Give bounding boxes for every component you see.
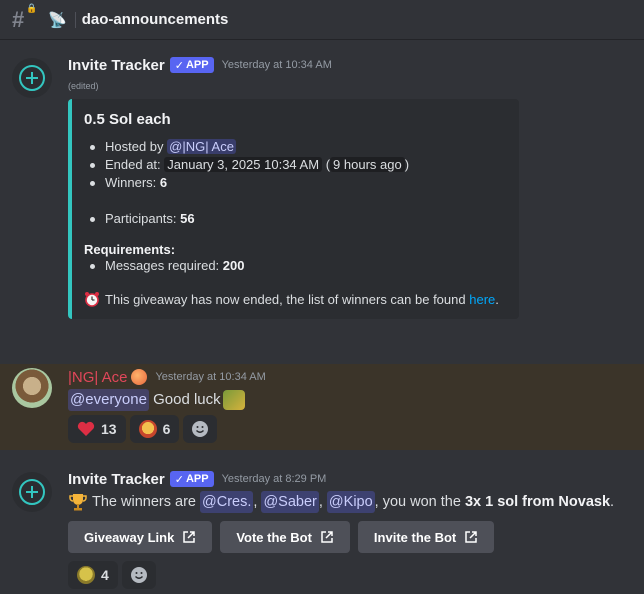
reaction-heart[interactable]: 13 (68, 415, 126, 443)
header-divider (74, 11, 76, 28)
app-badge: ✓ APP (169, 471, 214, 487)
prize-text: 3x 1 sol from Novask (464, 494, 611, 510)
winners-item: Winners: 6 (84, 174, 503, 192)
winner-mention-saber[interactable]: @Saber (261, 491, 319, 513)
reaction-count: 6 (162, 421, 171, 437)
app-badge-label: APP (185, 59, 209, 71)
check-icon: ✓ (174, 59, 184, 72)
plus-circle-icon (19, 479, 45, 505)
comma: , (318, 494, 323, 510)
winners-link[interactable]: here (469, 292, 495, 307)
winners-text: The winners are (92, 494, 196, 510)
party-character-icon (138, 420, 157, 438)
frog-emoji-icon (77, 566, 95, 584)
host-mention[interactable]: @|NG| Ace (167, 139, 236, 154)
footer-period: . (495, 291, 499, 307)
participants-item: Participants: 56 (84, 210, 503, 228)
vote-bot-button[interactable]: Vote the Bot (220, 521, 350, 553)
message-giveaway-embed: Invite Tracker ✓ APP Yesterday at 10:34 A… (0, 55, 644, 319)
winner-mention-cres[interactable]: @Cres. (200, 491, 254, 513)
user-avatar[interactable] (12, 368, 52, 408)
announcement-icon: 📡 (48, 11, 67, 29)
timestamp: Yesterday at 10:34 AM (221, 59, 332, 71)
participants-label: Participants: (105, 211, 177, 226)
timestamp: Yesterday at 8:29 PM (221, 473, 327, 485)
ended-label: Ended at: (105, 157, 161, 172)
channel-name: dao-announcements (81, 11, 229, 28)
button-label: Invite the Bot (373, 529, 457, 545)
trophy-icon (69, 494, 87, 511)
external-link-icon (321, 531, 333, 543)
winners-count: 6 (159, 175, 168, 190)
messages-required-item: Messages required: 200 (84, 257, 503, 275)
ended-date: January 3, 2025 10:34 AM (164, 157, 323, 172)
paren-close: ) (404, 157, 410, 172)
hosted-by-item: Hosted by @|NG| Ace (84, 138, 503, 156)
bot-avatar[interactable] (12, 472, 52, 512)
add-reaction-button[interactable] (121, 561, 156, 589)
add-reaction-button[interactable] (183, 415, 218, 443)
period: . (610, 494, 615, 510)
channel-header: # 🔒 📡 dao-announcements (0, 0, 644, 40)
peach-icon (131, 369, 148, 385)
messages-count: 200 (222, 258, 245, 273)
app-badge-label: APP (185, 473, 209, 485)
ended-relative: 9 hours ago (330, 157, 405, 172)
alarm-clock-icon (85, 292, 99, 307)
winner-mention-kipo[interactable]: @Kipo (326, 491, 375, 513)
external-link-icon (183, 531, 196, 543)
ended-at-item: Ended at: January 3, 2025 10:34 AM (9 ho… (84, 156, 503, 174)
reaction-party[interactable]: 6 (129, 415, 180, 443)
reaction-count: 4 (101, 567, 109, 583)
dragon-emoji-icon (222, 390, 245, 410)
text-channel-locked-icon: # 🔒 (12, 2, 38, 32)
message-text: Good luck (153, 391, 221, 408)
won-text: , you won the (374, 494, 461, 510)
reaction-count: 13 (101, 421, 117, 437)
giveaway-embed: 0.5 Sol each Hosted by @|NG| Ace Ended a… (68, 99, 519, 319)
external-link-icon (465, 531, 478, 543)
author-name[interactable]: |NG| Ace (68, 369, 127, 386)
invite-bot-button[interactable]: Invite the Bot (357, 521, 495, 553)
embed-footer: This giveaway has now ended, the list of… (84, 291, 503, 307)
participants-count: 56 (180, 211, 195, 226)
message-winners: Invite Tracker ✓ APP Yesterday at 8:29 PM… (0, 469, 644, 589)
timestamp: Yesterday at 10:34 AM (155, 371, 266, 383)
embed-title: 0.5 Sol each (84, 111, 171, 128)
app-badge: ✓ APP (169, 57, 214, 73)
giveaway-link-button[interactable]: Giveaway Link (68, 521, 213, 553)
author-name[interactable]: Invite Tracker (68, 57, 165, 74)
author-name[interactable]: Invite Tracker (68, 471, 165, 488)
reaction-frog[interactable]: 4 (68, 561, 118, 589)
requirements-title: Requirements: (84, 242, 176, 257)
heart-icon (77, 421, 95, 436)
winners-label: Winners: (105, 175, 157, 190)
button-label: Vote the Bot (236, 529, 312, 545)
button-label: Giveaway Link (84, 529, 175, 545)
bot-avatar[interactable] (12, 58, 52, 98)
smiley-icon (130, 567, 147, 583)
messages-label: Messages required: (105, 258, 220, 273)
plus-circle-icon (19, 65, 45, 91)
footer-text: This giveaway has now ended, the list of… (105, 291, 466, 307)
message-good-luck: |NG| Ace Yesterday at 10:34 AM @everyone… (0, 367, 644, 443)
check-icon: ✓ (174, 473, 184, 486)
everyone-mention[interactable]: @everyone (68, 389, 149, 411)
comma: , (253, 494, 258, 510)
edited-label: (edited) (68, 81, 99, 91)
smiley-icon (192, 421, 209, 437)
hosted-label: Hosted by (105, 139, 164, 154)
